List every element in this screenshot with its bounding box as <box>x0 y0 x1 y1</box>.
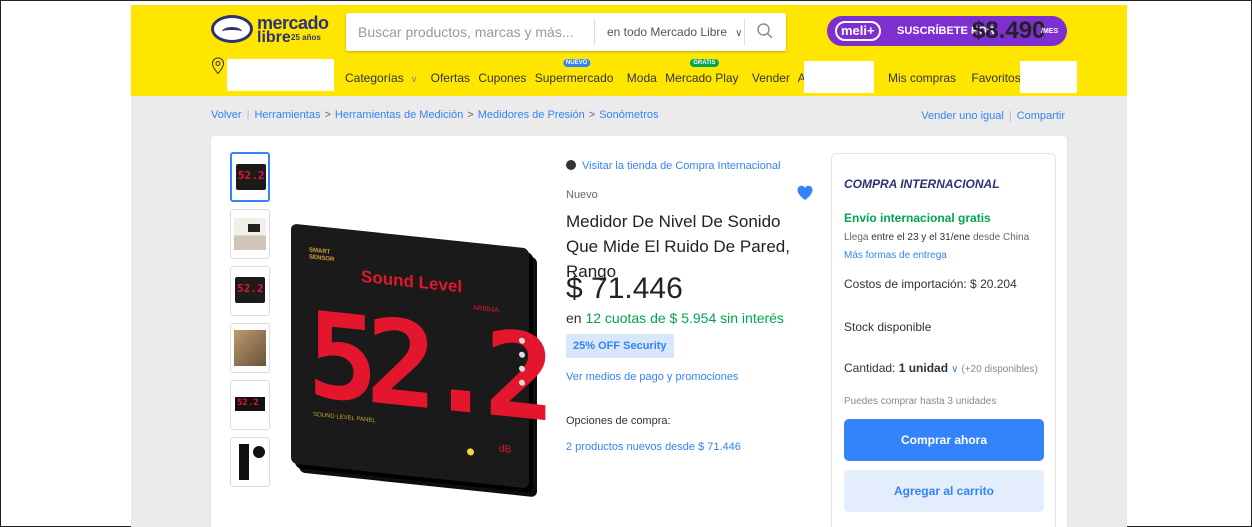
product-price: $ 71.446 <box>566 272 683 305</box>
thumbnail-5[interactable] <box>230 380 270 430</box>
nav-supermercado[interactable]: NUEVO Supermercado <box>535 59 619 85</box>
delivery-address-box[interactable] <box>227 59 334 91</box>
header: mercado libre 25 años Buscar productos, … <box>131 5 1127 96</box>
arrival-info: Llega entre el 23 y el 31/ene desde Chin… <box>844 232 1030 243</box>
device-knob <box>467 447 474 456</box>
sell-same-link[interactable]: Vender uno igual <box>921 110 1004 122</box>
import-costs: Costos de importación: $ 20.204 <box>844 277 1017 291</box>
heart-icon[interactable] <box>796 184 814 202</box>
thumbnail-gallery <box>230 152 270 494</box>
chevron-right-icon: > <box>324 109 331 121</box>
search-divider <box>744 19 745 45</box>
search-input[interactable]: Buscar productos, marcas y más... <box>358 24 574 40</box>
search-bar[interactable]: Buscar productos, marcas y más... en tod… <box>346 13 786 51</box>
payment-methods-link[interactable]: Ver medios de pago y promociones <box>566 371 738 383</box>
share-separator: | <box>1008 110 1012 122</box>
handshake-icon <box>211 15 253 43</box>
product-condition: Nuevo <box>566 189 598 201</box>
device-front-thumbnail <box>236 164 266 190</box>
device-unit: dB <box>499 443 512 456</box>
quantity-value: 1 unidad <box>898 361 949 375</box>
breadcrumb-separator: | <box>246 109 250 121</box>
thumbnail-6[interactable] <box>230 437 270 487</box>
thumbnail-3[interactable] <box>230 266 270 316</box>
search-icon[interactable] <box>756 22 774 40</box>
thumbnail-1[interactable] <box>230 152 270 202</box>
device-buttons <box>519 337 527 418</box>
chevron-right-icon: > <box>467 109 474 121</box>
main-product-image[interactable]: SMART SENSOR Sound Level AR884A 52.2 SOUN… <box>291 223 553 489</box>
nav-vender[interactable]: Vender <box>752 71 790 85</box>
cart-box[interactable] <box>1020 61 1077 93</box>
quantity-available: (+20 disponibles) <box>961 364 1038 375</box>
buy-box: COMPRA INTERNACIONAL Envío internacional… <box>831 153 1056 527</box>
more-delivery-link[interactable]: Más formas de entrega <box>844 250 947 261</box>
discount-badge[interactable]: 25% OFF Security <box>566 334 674 358</box>
thumbnail-4[interactable] <box>230 323 270 373</box>
nav-moda[interactable]: Moda <box>627 71 657 85</box>
meli-plus-period: /MES <box>1041 28 1059 35</box>
account-box[interactable] <box>804 61 874 93</box>
page: mercado libre 25 años Buscar productos, … <box>131 5 1127 527</box>
breadcrumb: Volver | Herramientas > Herramientas de Medi… <box>211 109 659 121</box>
device-front-thumbnail <box>235 277 265 303</box>
quantity-select[interactable]: Cantidad: 1 unidad ∨ (+20 disponibles) <box>844 361 1038 375</box>
search-scope-select[interactable]: en todo Mercado Libre ∨ <box>594 19 742 45</box>
breadcrumb-item[interactable]: Sonómetros <box>599 109 658 121</box>
installments-value: 12 cuotas de $ 5.954 sin interés <box>585 310 784 326</box>
device-thumbnail <box>235 397 265 411</box>
store-icon <box>566 160 576 170</box>
device-side-thumbnail <box>239 444 249 480</box>
device-brand: SMART SENSOR <box>309 247 335 264</box>
search-scope-label: en todo Mercado Libre <box>607 25 728 39</box>
breadcrumb-item[interactable]: Herramientas <box>254 109 320 121</box>
nav-mercado-play[interactable]: GRATIS Mercado Play <box>665 59 743 85</box>
logo-word-libre: libre <box>257 29 291 46</box>
device-part-thumbnail <box>253 446 265 458</box>
arrival-dates: entre el 23 y el 31/ene <box>871 232 971 243</box>
chevron-right-icon: > <box>588 109 596 121</box>
breadcrumb-item[interactable]: Medidores de Presión <box>478 109 585 121</box>
thumbnail-2[interactable] <box>230 209 270 259</box>
nav-ofertas[interactable]: Ofertas <box>431 71 470 85</box>
meli-plus-badge: meli+ <box>835 21 881 41</box>
nav-cupones[interactable]: Cupones <box>478 71 526 85</box>
product-card: SMARTSENSOR Sound Level AR884A 52.2 SOUN… <box>211 136 1067 527</box>
nav-mis-compras[interactable]: Mis compras <box>888 71 956 85</box>
add-to-cart-button[interactable]: Agregar al carrito <box>844 470 1044 512</box>
stock-status: Stock disponible <box>844 320 932 334</box>
chevron-down-icon: ∨ <box>410 74 418 84</box>
sound-level-meter-image: SMART SENSOR Sound Level AR884A 52.2 SOUN… <box>291 223 543 489</box>
store-link[interactable]: Visitar la tienda de Compra Internaciona… <box>566 160 781 172</box>
breadcrumb-item[interactable]: Herramientas de Medición <box>335 109 463 121</box>
main-nav: Categorías ∨ Ofertas Cupones NUEVO Superme… <box>345 59 836 85</box>
mercadolibre-logo[interactable]: mercado libre 25 años <box>211 13 329 47</box>
nav-tag-gratis: GRATIS <box>690 59 719 67</box>
chevron-down-icon: ∨ <box>735 28 743 39</box>
share-link[interactable]: Compartir <box>1017 110 1065 122</box>
breadcrumb-back[interactable]: Volver <box>211 109 242 121</box>
meli-plus-price: $8.490 <box>972 17 1046 44</box>
purchase-options-link[interactable]: 2 productos nuevos desde $ 71.446 <box>566 441 741 453</box>
logo-years: 25 años <box>291 33 321 42</box>
interior-thumbnail <box>234 330 266 366</box>
share-links: Vender uno igual | Compartir <box>921 110 1065 122</box>
buy-now-button[interactable]: Comprar ahora <box>844 419 1044 461</box>
nav-tag-nuevo: NUEVO <box>562 59 591 67</box>
shipping-info: Envío internacional gratis <box>844 211 991 225</box>
installments: en 12 cuotas de $ 5.954 sin interés <box>566 310 784 326</box>
location-pin-icon[interactable] <box>211 57 225 75</box>
buybox-heading: COMPRA INTERNACIONAL <box>844 177 1000 191</box>
nav-categorias[interactable]: Categorías ∨ <box>345 71 422 85</box>
meli-plus-banner[interactable]: meli+ SUSCRÍBETE POR $8.490 /MES <box>827 16 1067 46</box>
chevron-down-icon: ∨ <box>951 364 959 375</box>
room-thumbnail <box>234 218 266 250</box>
purchase-limit: Puedes comprar hasta 3 unidades <box>844 396 997 407</box>
purchase-options-label: Opciones de compra: <box>566 415 671 427</box>
